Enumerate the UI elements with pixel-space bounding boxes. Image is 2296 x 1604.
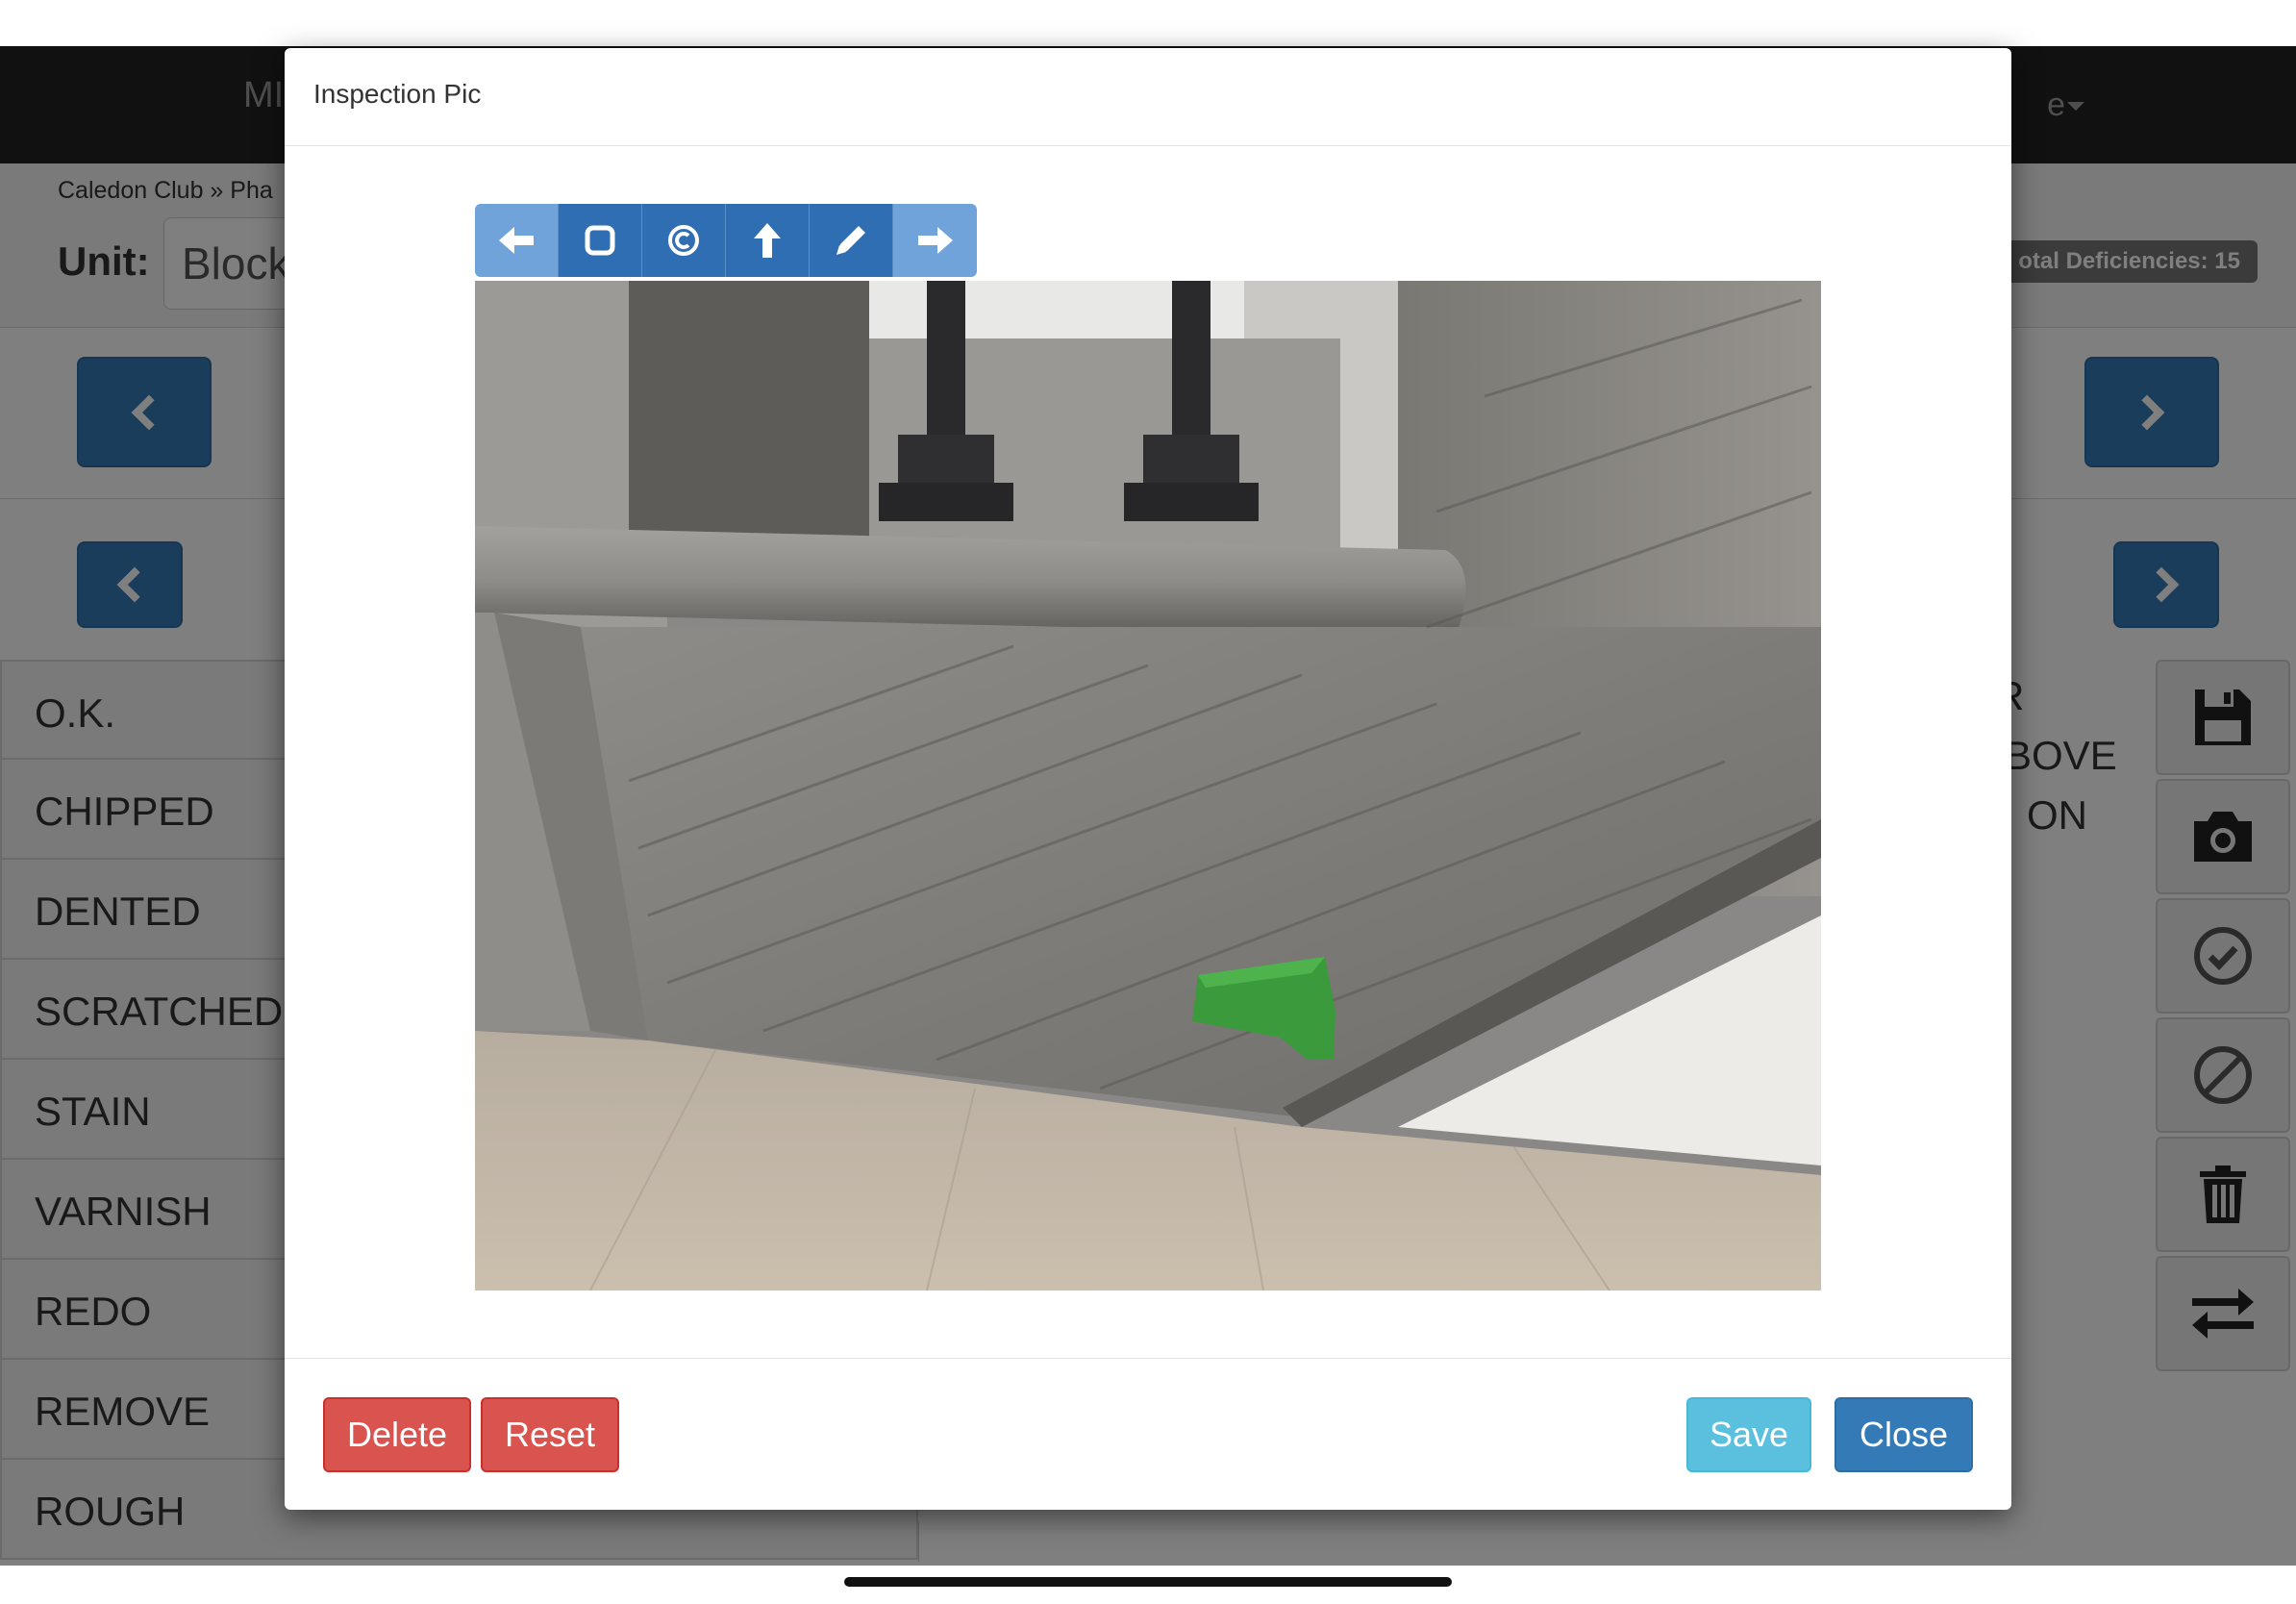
pencil-icon <box>836 226 865 255</box>
square-icon <box>585 225 615 256</box>
arrow-right-icon <box>917 227 953 254</box>
modal-title: Inspection Pic <box>313 79 482 109</box>
redo-button[interactable] <box>893 204 977 277</box>
pencil-tool-button[interactable] <box>810 204 893 277</box>
arrow-tool-button[interactable] <box>726 204 810 277</box>
close-button[interactable]: Close <box>1834 1397 1973 1472</box>
inspection-pic-modal: Inspection Pic Delete Reset Save Close <box>285 48 2011 1510</box>
arrow-up-icon <box>754 223 781 258</box>
stair-photo-image <box>475 281 1821 1291</box>
annotation-toolbar <box>475 204 977 277</box>
modal-footer: Delete Reset Save Close <box>285 1358 2011 1510</box>
arrow-left-icon <box>499 227 534 254</box>
modal-header: Inspection Pic <box>285 48 2011 146</box>
undo-button[interactable] <box>475 204 559 277</box>
delete-button[interactable]: Delete <box>323 1397 471 1472</box>
circle-icon <box>668 225 699 256</box>
status-strip <box>0 0 2296 46</box>
inspection-photo[interactable] <box>475 281 1821 1291</box>
save-button[interactable]: Save <box>1686 1397 1811 1472</box>
circle-tool-button[interactable] <box>642 204 726 277</box>
home-indicator <box>844 1577 1452 1587</box>
rectangle-tool-button[interactable] <box>559 204 642 277</box>
reset-button[interactable]: Reset <box>481 1397 619 1472</box>
